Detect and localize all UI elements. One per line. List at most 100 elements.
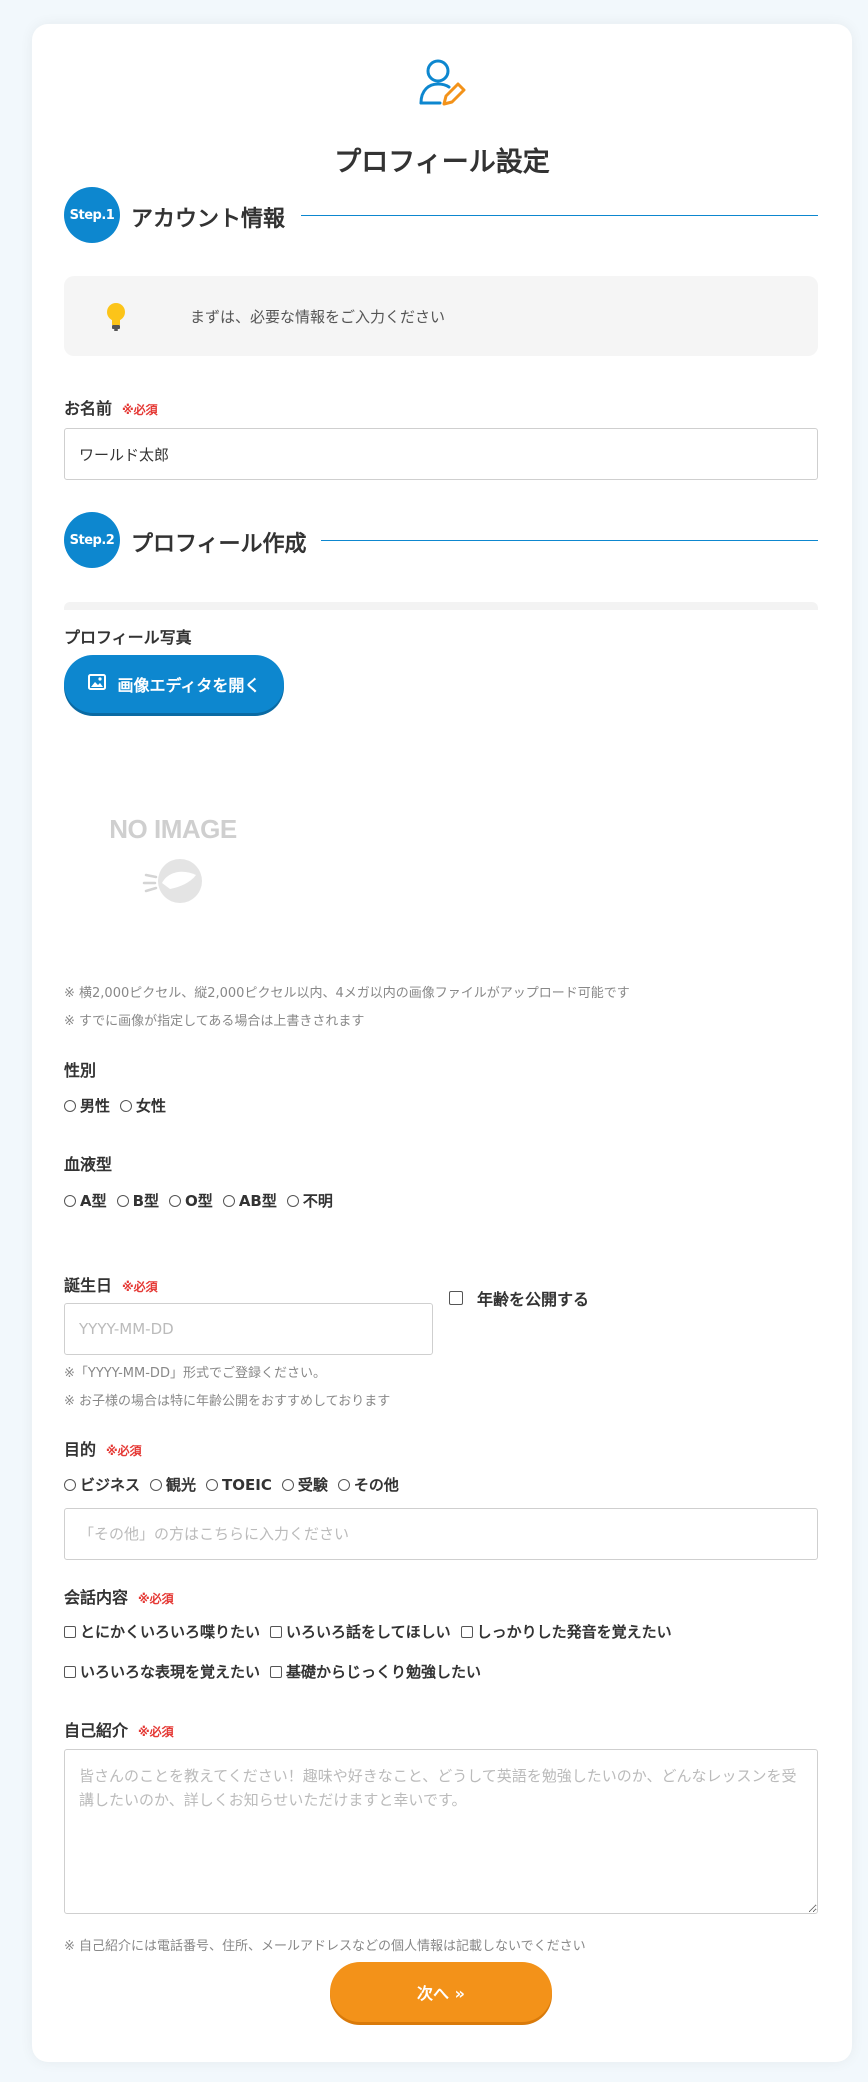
blood-radio[interactable] (222, 1194, 235, 1207)
blood-option-label: AB型 (238, 1192, 277, 1210)
age-public-checkbox[interactable]: 年齢を公開する (449, 1286, 589, 1310)
purpose-option-label: 受験 (297, 1476, 328, 1494)
conversation-option-basics[interactable]: 基礎からじっくり勉強したい (270, 1661, 481, 1682)
step2-badge: Step.2 (64, 512, 120, 568)
section-divider-strip (64, 602, 818, 610)
blood-option-b[interactable]: B型 (116, 1190, 160, 1211)
gender-options: 男性 女性 (64, 1095, 176, 1116)
conversation-option-pronunciation[interactable]: しっかりした発音を覚えたい (460, 1621, 672, 1642)
gender-label: 性別 (64, 1061, 97, 1080)
conversation-option-label: しっかりした発音を覚えたい (476, 1623, 672, 1641)
purpose-option-toeic[interactable]: TOEIC (206, 1476, 272, 1494)
lightbulb-icon (104, 300, 128, 336)
conversation-option-listen[interactable]: いろいろ話をしてほしい (270, 1621, 451, 1642)
no-image-text: NO IMAGE (109, 814, 237, 844)
purpose-other-input[interactable] (64, 1508, 818, 1560)
birthday-label: 誕生日 ※必須 (64, 1272, 158, 1296)
blood-radio[interactable] (286, 1194, 299, 1207)
no-image-placeholder: NO IMAGE (98, 814, 248, 913)
user-edit-icon (32, 57, 852, 113)
gender-option-male[interactable]: 男性 (64, 1095, 110, 1116)
name-required-mark: ※必須 (122, 403, 158, 417)
intro-label-text: 自己紹介 (64, 1721, 129, 1740)
blood-radio[interactable] (116, 1194, 129, 1207)
step1-divider (301, 215, 818, 216)
step1-badge: Step.1 (64, 187, 120, 243)
image-icon (87, 674, 106, 694)
conversation-option-label: いろいろ話をしてほしい (286, 1623, 451, 1641)
intro-textarea[interactable] (64, 1749, 818, 1914)
profile-form-card: プロフィール設定 Step.1 アカウント情報 まずは、必要な情報をご入力くださ… (32, 24, 852, 2062)
purpose-option-sightseeing[interactable]: 観光 (150, 1474, 196, 1495)
page-title: プロフィール設定 (334, 147, 550, 178)
notice-box: まずは、必要な情報をご入力ください (64, 276, 818, 356)
conversation-label-text: 会話内容 (64, 1588, 129, 1607)
age-public-check[interactable] (449, 1291, 463, 1305)
blood-option-label: B型 (132, 1192, 160, 1210)
blood-option-unknown[interactable]: 不明 (286, 1190, 333, 1211)
intro-required-mark: ※必須 (138, 1725, 174, 1739)
purpose-radio[interactable] (337, 1478, 350, 1491)
conversation-option-label: とにかくいろいろ喋りたい (80, 1623, 261, 1641)
purpose-radio[interactable] (206, 1478, 219, 1491)
conversation-label: 会話内容 ※必須 (64, 1584, 174, 1608)
blood-option-label: A型 (80, 1192, 107, 1210)
purpose-required-mark: ※必須 (106, 1444, 142, 1458)
name-label-text: お名前 (64, 399, 113, 418)
conversation-checkbox[interactable] (64, 1665, 76, 1678)
blood-option-ab[interactable]: AB型 (222, 1190, 277, 1211)
birthday-input[interactable] (64, 1303, 433, 1355)
age-public-label: 年齢を公開する (477, 1290, 590, 1309)
blood-option-a[interactable]: A型 (64, 1190, 107, 1211)
next-button[interactable]: 次へ » (330, 1962, 552, 2022)
purpose-label: 目的 ※必須 (64, 1436, 142, 1460)
gender-option-female[interactable]: 女性 (120, 1095, 166, 1116)
blood-type-options: A型 B型 O型 AB型 不明 (64, 1190, 343, 1211)
conversation-checkbox[interactable] (270, 1625, 283, 1638)
blood-type-label: 血液型 (64, 1155, 113, 1174)
gender-radio[interactable] (64, 1099, 76, 1112)
conversation-option-chat[interactable]: とにかくいろいろ喋りたい (64, 1621, 260, 1642)
purpose-label-text: 目的 (64, 1440, 97, 1459)
purpose-radio[interactable] (281, 1478, 294, 1491)
purpose-options: ビジネス 観光 TOEIC 受験 その他 (64, 1474, 409, 1495)
intro-label: 自己紹介 ※必須 (64, 1717, 174, 1741)
blood-option-o[interactable]: O型 (169, 1190, 213, 1211)
birthday-label-text: 誕生日 (64, 1276, 113, 1295)
blood-option-label: 不明 (302, 1192, 333, 1210)
purpose-option-label: 観光 (166, 1476, 197, 1494)
conversation-checkbox[interactable] (64, 1625, 76, 1638)
gender-option-label: 男性 (80, 1097, 111, 1115)
step1-title: アカウント情報 (131, 207, 286, 232)
intro-note: ※ 自己紹介には電話番号、住所、メールアドレスなどの個人情報は記載しないでくださ… (64, 1939, 586, 1954)
conversation-checkbox[interactable] (460, 1625, 473, 1638)
purpose-option-label: その他 (353, 1476, 399, 1494)
conversation-options-row-2: いろいろな表現を覚えたい 基礎からじっくり勉強したい (64, 1661, 491, 1682)
blood-radio[interactable] (64, 1194, 76, 1207)
conversation-option-label: いろいろな表現を覚えたい (80, 1663, 261, 1681)
purpose-option-business[interactable]: ビジネス (64, 1474, 140, 1495)
name-label: お名前 ※必須 (64, 395, 158, 419)
purpose-radio[interactable] (150, 1478, 163, 1491)
blood-option-label: O型 (185, 1192, 213, 1210)
conversation-option-expressions[interactable]: いろいろな表現を覚えたい (64, 1661, 260, 1682)
purpose-option-other[interactable]: その他 (337, 1474, 399, 1495)
conversation-option-label: 基礎からじっくり勉強したい (286, 1663, 482, 1681)
conversation-checkbox[interactable] (270, 1665, 283, 1678)
name-input[interactable] (64, 428, 818, 480)
purpose-option-exam[interactable]: 受験 (281, 1474, 328, 1495)
gender-radio[interactable] (120, 1099, 133, 1112)
conversation-options-row-1: とにかくいろいろ喋りたい いろいろ話をしてほしい しっかりした発音を覚えたい (64, 1621, 682, 1642)
birthday-required-mark: ※必須 (122, 1280, 158, 1294)
birthday-note-2: ※ お子様の場合は特に年齢公開をおすすめしております (64, 1394, 391, 1409)
photo-note-2: ※ すでに画像が指定してある場合は上書きされます (64, 1014, 365, 1029)
open-image-editor-button[interactable]: 画像エディタを開く (64, 655, 284, 713)
photo-note-1: ※ 横2,000ピクセル、縦2,000ピクセル以内、4メガ以内の画像ファイルがア… (64, 986, 630, 1001)
step2-title: プロフィール作成 (131, 532, 307, 557)
no-image-icon (98, 853, 248, 913)
gender-option-label: 女性 (136, 1097, 167, 1115)
purpose-radio[interactable] (64, 1478, 76, 1491)
blood-radio[interactable] (169, 1194, 182, 1207)
photo-label: プロフィール写真 (64, 628, 192, 647)
purpose-option-label: ビジネス (80, 1476, 141, 1494)
